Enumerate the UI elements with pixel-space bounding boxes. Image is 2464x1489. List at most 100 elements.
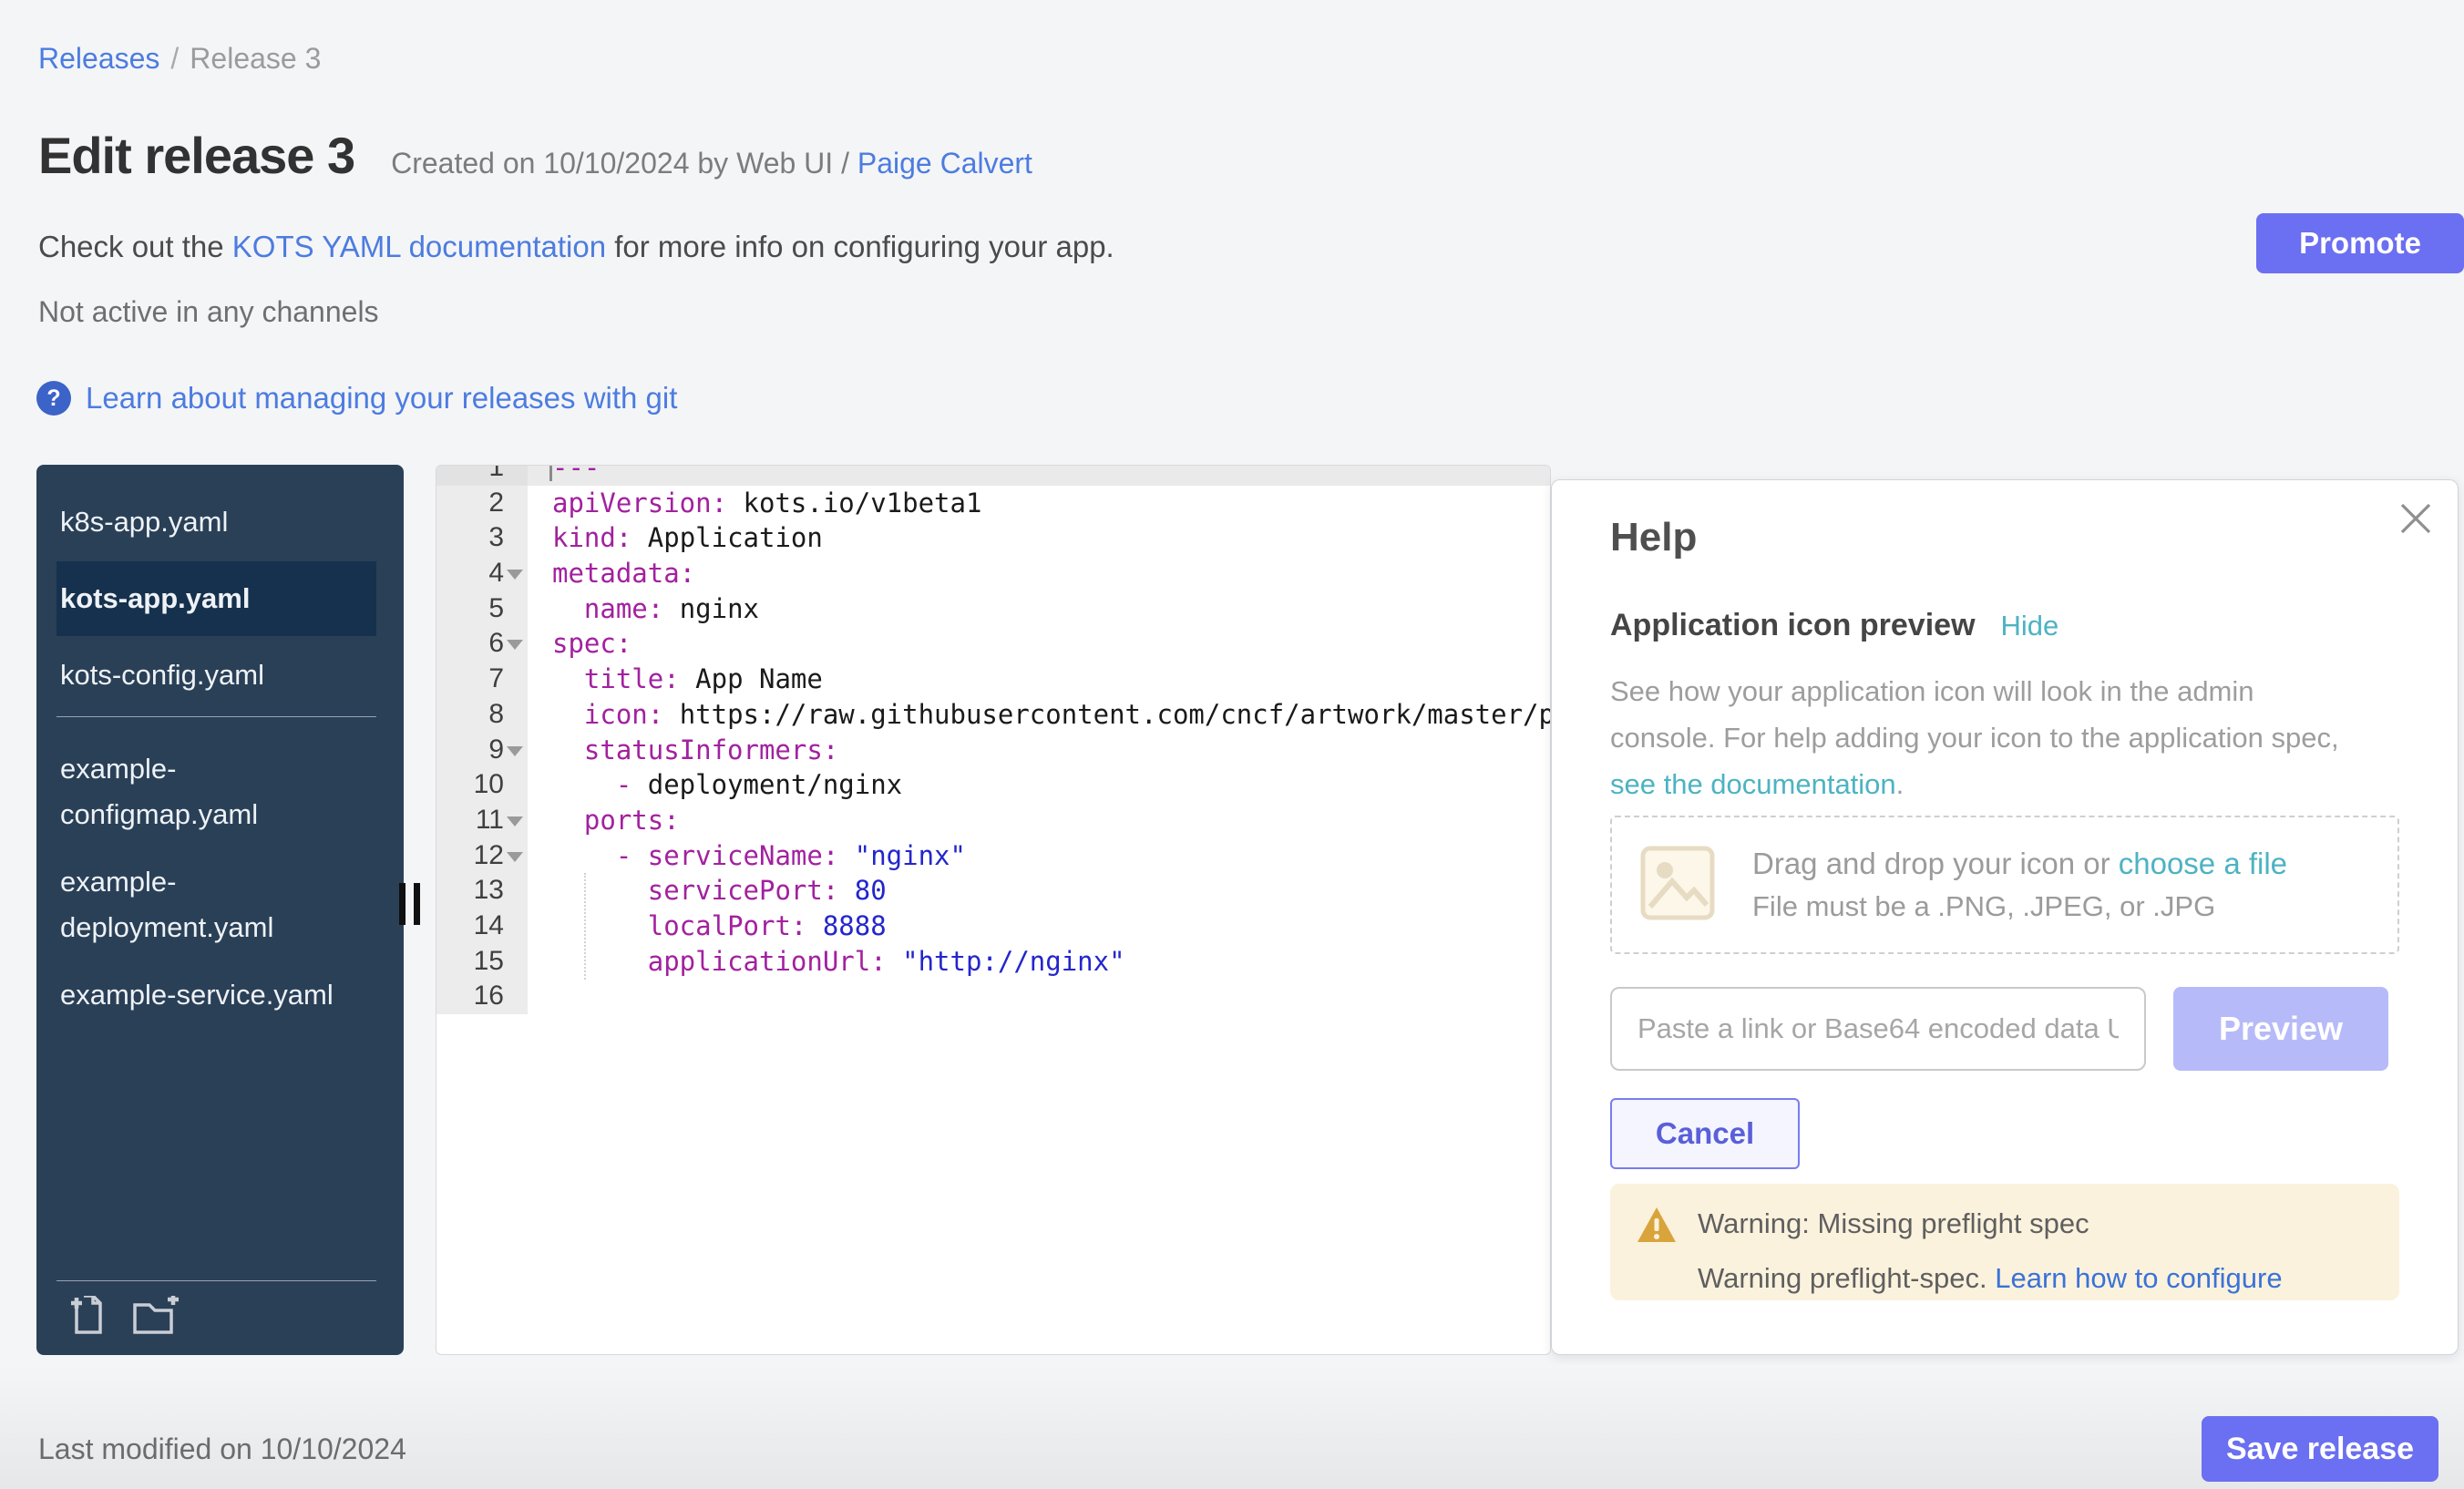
code-line[interactable]: 6spec: xyxy=(436,626,1550,662)
code-text: statusInformers: xyxy=(528,733,1550,768)
breadcrumb-current: Release 3 xyxy=(190,42,321,75)
code-line[interactable]: 8 icon: https://raw.githubusercontent.co… xyxy=(436,697,1550,733)
file-item-example-configmap-yaml[interactable]: example-configmap.yaml xyxy=(56,741,376,843)
docs-prefix: Check out the xyxy=(38,230,232,263)
file-list-divider xyxy=(56,716,376,717)
code-rows: 1---2apiVersion: kots.io/v1beta13kind: A… xyxy=(436,465,1550,1014)
breadcrumb-releases-link[interactable]: Releases xyxy=(38,42,159,75)
breadcrumb-separator: / xyxy=(170,42,179,75)
kots-docs-link[interactable]: KOTS YAML documentation xyxy=(232,230,606,263)
save-release-button[interactable]: Save release xyxy=(2202,1416,2438,1482)
code-line[interactable]: 9 statusInformers: xyxy=(436,733,1550,768)
preview-button[interactable]: Preview xyxy=(2173,987,2388,1071)
code-line[interactable]: 11 ports: xyxy=(436,803,1550,838)
page-title: Edit release 3 xyxy=(38,126,354,185)
promote-button[interactable]: Promote xyxy=(2256,213,2464,273)
code-text: title: App Name xyxy=(528,662,1550,697)
code-line[interactable]: 1--- xyxy=(436,465,1550,486)
close-icon[interactable] xyxy=(2394,497,2438,540)
new-folder-icon[interactable] xyxy=(131,1296,182,1342)
code-line[interactable]: 2apiVersion: kots.io/v1beta1 xyxy=(436,486,1550,521)
line-number: 13 xyxy=(436,873,528,909)
warning-detail: Warning preflight-spec. Learn how to con… xyxy=(1698,1262,2372,1295)
learn-configure-link[interactable]: Learn how to configure xyxy=(1995,1262,2282,1294)
file-item-kots-app-yaml[interactable]: kots-app.yaml xyxy=(56,561,376,636)
line-number: 1 xyxy=(436,465,528,486)
line-number: 11 xyxy=(436,803,528,838)
docs-suffix: for more info on configuring your app. xyxy=(606,230,1114,263)
icon-url-input[interactable] xyxy=(1610,987,2146,1071)
code-line[interactable]: 16 xyxy=(436,979,1550,1014)
see-documentation-link[interactable]: see the documentation xyxy=(1610,768,1896,800)
author-link[interactable]: Paige Calvert xyxy=(857,147,1032,180)
line-number: 4 xyxy=(436,556,528,591)
hide-link[interactable]: Hide xyxy=(2001,610,2059,642)
code-line[interactable]: 12 - serviceName: "nginx" xyxy=(436,838,1550,874)
dropzone-text: Drag and drop your icon or choose a file xyxy=(1752,847,2287,881)
code-line[interactable]: 4metadata: xyxy=(436,556,1550,591)
code-text: servicePort: 80 xyxy=(528,873,1550,909)
code-text: localPort: 8888 xyxy=(528,909,1550,944)
code-line[interactable]: 13 servicePort: 80 xyxy=(436,873,1550,909)
created-info: Created on 10/10/2024 by Web UI / Paige … xyxy=(391,147,1032,180)
code-text: ports: xyxy=(528,803,1550,838)
docs-line: Check out the KOTS YAML documentation fo… xyxy=(38,230,1114,264)
git-releases-link[interactable]: Learn about managing your releases with … xyxy=(86,381,677,416)
line-number: 10 xyxy=(436,767,528,803)
line-number: 6 xyxy=(436,626,528,662)
line-number: 8 xyxy=(436,697,528,733)
fold-arrow-icon[interactable] xyxy=(507,640,523,650)
file-item-example-service-yaml[interactable]: example-service.yaml xyxy=(56,967,376,1023)
file-item-k8s-app-yaml[interactable]: k8s-app.yaml xyxy=(56,494,376,550)
warning-icon xyxy=(1636,1206,1678,1248)
code-text: - serviceName: "nginx" xyxy=(528,838,1550,874)
file-item-kots-config-yaml[interactable]: kots-config.yaml xyxy=(56,647,376,703)
code-line[interactable]: 3kind: Application xyxy=(436,520,1550,556)
file-label: k8s-app.yaml xyxy=(60,499,350,545)
fold-arrow-icon[interactable] xyxy=(507,852,523,862)
file-item-example-deployment-yaml[interactable]: example-deployment.yaml xyxy=(56,854,376,956)
footer-bar: Last modified on 10/10/2024 Save release xyxy=(0,1365,2464,1489)
code-line[interactable]: 15 applicationUrl: "http://nginx" xyxy=(436,944,1550,980)
line-number: 15 xyxy=(436,944,528,980)
line-number: 7 xyxy=(436,662,528,697)
line-number: 9 xyxy=(436,733,528,768)
file-label: example-service.yaml xyxy=(60,972,350,1018)
code-line[interactable]: 5 name: nginx xyxy=(436,591,1550,627)
help-description-line: see the documentation. xyxy=(1610,761,2339,807)
sidebar-resize-handle[interactable] xyxy=(399,883,420,925)
line-number: 16 xyxy=(436,979,528,1014)
code-text: name: nginx xyxy=(528,591,1550,627)
icon-url-row: Preview xyxy=(1610,987,2399,1071)
code-editor[interactable]: 1---2apiVersion: kots.io/v1beta13kind: A… xyxy=(436,465,1551,1355)
file-label: example-deployment.yaml xyxy=(60,859,350,950)
code-text: applicationUrl: "http://nginx" xyxy=(528,944,1550,980)
line-number: 2 xyxy=(436,486,528,521)
fold-arrow-icon[interactable] xyxy=(507,746,523,756)
code-line[interactable]: 14 localPort: 8888 xyxy=(436,909,1550,944)
icon-preview-section: Application icon preview Hide xyxy=(1610,608,2058,643)
help-title: Help xyxy=(1610,515,1697,560)
code-text: - deployment/nginx xyxy=(528,767,1550,803)
warning-box: Warning: Missing preflight spec Warning … xyxy=(1610,1184,2399,1300)
choose-file-link[interactable]: choose a file xyxy=(2119,847,2287,880)
fold-arrow-icon[interactable] xyxy=(507,816,523,827)
line-number: 14 xyxy=(436,909,528,944)
section-title: Application icon preview xyxy=(1610,608,1976,643)
code-text xyxy=(528,979,1550,1014)
code-text: metadata: xyxy=(528,556,1550,591)
code-line[interactable]: 10 - deployment/nginx xyxy=(436,767,1550,803)
code-line[interactable]: 7 title: App Name xyxy=(436,662,1550,697)
question-icon: ? xyxy=(36,381,71,416)
fold-arrow-icon[interactable] xyxy=(507,570,523,580)
cancel-button[interactable]: Cancel xyxy=(1610,1098,1800,1169)
help-description: See how your application icon will look … xyxy=(1610,668,2339,807)
new-file-icon[interactable] xyxy=(69,1296,111,1342)
dropzone-hint: File must be a .PNG, .JPEG, or .JPG xyxy=(1752,890,2287,923)
code-text: kind: Application xyxy=(528,520,1550,556)
breadcrumb: Releases / Release 3 xyxy=(38,42,321,76)
code-text: icon: https://raw.githubusercontent.com/… xyxy=(528,697,1550,733)
code-text: apiVersion: kots.io/v1beta1 xyxy=(528,486,1550,521)
icon-dropzone[interactable]: Drag and drop your icon or choose a file… xyxy=(1610,816,2399,954)
code-text: --- xyxy=(528,465,1550,486)
